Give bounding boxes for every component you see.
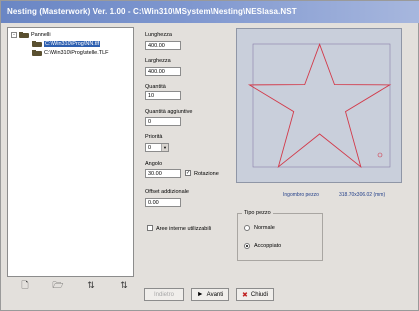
quantita-aggiuntive-input[interactable]: 0 — [145, 117, 181, 126]
window-title: Nesting (Masterwork) Ver. 1.00 - C:\Win3… — [1, 1, 419, 23]
tree-item[interactable]: C:\Win310\Prog\stelle.TLF — [32, 49, 109, 57]
panel-tree[interactable]: - Pannelli C:\Win310\Prog\NN.tlf C:\Win3… — [7, 27, 134, 277]
start-point-marker — [377, 152, 383, 158]
tree-item-label: C:\Win310\Prog\stelle.TLF — [44, 50, 109, 56]
chevron-down-icon[interactable]: ▼ — [161, 144, 168, 151]
ingombro-value: 318.70x306.02 (mm) — [339, 192, 386, 198]
back-button[interactable]: Indietro — [144, 288, 184, 301]
radio-accoppiato[interactable] — [244, 243, 250, 249]
shape-preview — [236, 28, 402, 183]
sort-icon[interactable]: ⇅ — [85, 279, 97, 291]
close-button-label: Chiudi — [250, 291, 268, 298]
lunghezza-label: Lunghezza — [145, 32, 172, 38]
rotazione-label: Rotazione — [194, 171, 219, 177]
tree-expander[interactable]: - — [11, 32, 17, 38]
larghezza-input[interactable]: 400.00 — [145, 67, 181, 76]
quantita-input[interactable]: 10 — [145, 91, 181, 100]
aree-interne-checkbox[interactable] — [147, 225, 153, 231]
quantita-aggiuntive-label: Quantità aggiuntive — [145, 109, 193, 115]
tipo-pezzo-title: Tipo pezzo — [242, 210, 273, 216]
offset-label: Offset addizionale — [145, 189, 189, 195]
priorita-label: Priorità — [145, 134, 163, 140]
sort-alt-icon[interactable]: ⇅ — [118, 279, 130, 291]
close-icon: ✖ — [242, 291, 248, 299]
priorita-value: 0 — [148, 145, 152, 151]
angolo-input[interactable]: 30.00 — [145, 169, 181, 178]
radio-accoppiato-label: Accoppiato — [254, 243, 282, 249]
tipo-pezzo-group: Tipo pezzo Normale Accoppiato — [237, 210, 323, 261]
folder-icon — [32, 41, 42, 47]
tree-root[interactable]: - Pannelli — [11, 31, 51, 39]
radio-normale[interactable] — [244, 225, 250, 231]
star-shape — [247, 43, 392, 169]
folder-icon — [32, 50, 42, 56]
tree-item-label: C:\Win310\Prog\NN.tlf — [44, 41, 101, 47]
aree-interne-label: Aree interne utilizzabili — [156, 226, 212, 232]
arrow-right-icon: ► — [196, 291, 204, 298]
tree-root-label: Pannelli — [31, 32, 51, 38]
radio-normale-label: Normale — [254, 225, 275, 231]
angolo-label: Angolo — [145, 161, 163, 167]
offset-input[interactable]: 0.00 — [145, 198, 181, 207]
next-button[interactable]: ► Avanti — [191, 288, 229, 301]
lunghezza-input[interactable]: 400.00 — [145, 41, 181, 50]
preview-canvas — [247, 43, 392, 169]
back-button-label: Indietro — [153, 291, 174, 298]
larghezza-label: Larghezza — [145, 58, 171, 64]
folder-icon — [19, 32, 29, 38]
close-button[interactable]: ✖ Chiudi — [236, 288, 274, 301]
nesting-window: Nesting (Masterwork) Ver. 1.00 - C:\Win3… — [0, 0, 419, 311]
next-button-label: Avanti — [206, 291, 224, 298]
quantita-label: Quantità — [145, 84, 166, 90]
bounding-box — [252, 43, 391, 168]
tree-toolbar: 🗋 🗁 ⇅ ⇅ — [7, 278, 134, 292]
priorita-select[interactable]: 0 ▼ — [145, 143, 169, 152]
rotazione-checkbox[interactable]: ✓ — [185, 170, 191, 176]
tree-item[interactable]: C:\Win310\Prog\NN.tlf — [32, 40, 101, 48]
ingombro-label: Ingombro pezzo — [283, 192, 319, 198]
new-file-icon[interactable]: 🗋 — [19, 279, 31, 291]
open-folder-icon[interactable]: 🗁 — [52, 279, 64, 291]
